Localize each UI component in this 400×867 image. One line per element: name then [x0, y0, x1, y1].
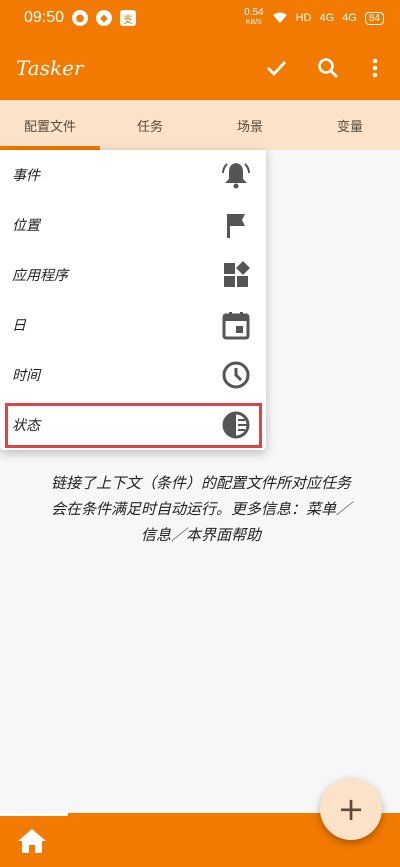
menu-item-location[interactable]: 位置	[0, 200, 266, 250]
net-speed: 0.54 KB/S	[244, 8, 263, 28]
context-type-menu: 事件 位置 应用程序 日 时间 状态	[0, 150, 266, 450]
tab-scenes[interactable]: 场景	[200, 100, 300, 150]
menu-item-day[interactable]: 日	[0, 300, 266, 350]
menu-item-label: 事件	[12, 168, 40, 184]
hd-label: HD	[295, 12, 312, 24]
notification-shield-icon: ◆	[96, 10, 112, 26]
menu-item-label: 状态	[12, 418, 40, 434]
hint-line-3: 信息／本界面帮助	[140, 526, 261, 544]
net-speed-unit: KB/S	[245, 19, 262, 26]
home-icon[interactable]	[16, 827, 48, 855]
status-time: 09:50	[24, 9, 65, 26]
menu-item-event[interactable]: 事件	[0, 150, 266, 200]
menu-item-label: 位置	[12, 218, 40, 234]
menu-item-state[interactable]: 状态	[0, 400, 266, 450]
signal-1: 4G	[319, 12, 335, 24]
menu-item-label: 时间	[12, 368, 40, 384]
signal-2: 4G	[342, 12, 357, 24]
battery-level: 84	[364, 11, 384, 25]
search-icon[interactable]	[310, 50, 346, 86]
app-title: Tasker	[16, 56, 84, 80]
net-speed-value: 0.54	[244, 7, 264, 18]
bottom-indicator	[0, 813, 68, 816]
tab-profiles[interactable]: 配置文件	[0, 100, 100, 150]
more-vert-icon[interactable]	[357, 50, 393, 86]
check-icon[interactable]	[258, 50, 294, 86]
status-right: 0.54 KB/S HD 4G 4G 84	[244, 8, 384, 28]
contrast-icon	[220, 409, 252, 441]
app-bar: Tasker	[0, 36, 400, 100]
menu-item-label: 应用程序	[12, 268, 68, 284]
wifi-icon	[272, 12, 287, 23]
bell-icon	[220, 159, 252, 191]
menu-item-label: 日	[12, 318, 26, 334]
tab-bar: 配置文件 任务 场景 变量	[0, 100, 400, 150]
notification-alipay-icon: 支	[120, 10, 136, 26]
calendar-icon	[220, 309, 252, 341]
tab-tasks[interactable]: 任务	[100, 100, 200, 150]
menu-item-time[interactable]: 时间	[0, 350, 266, 400]
hint-line-2: 会在条件满足时自动运行。更多信息：菜单／	[50, 500, 351, 518]
notification-icons: ● ◆ 支	[72, 10, 136, 26]
flag-icon	[220, 209, 252, 241]
notification-app-icon: ●	[72, 10, 88, 26]
status-bar: 09:50 ● ◆ 支 0.54 KB/S HD 4G 4G 84	[0, 0, 400, 36]
clock-icon	[220, 359, 252, 391]
tab-variables[interactable]: 变量	[300, 100, 400, 150]
menu-item-application[interactable]: 应用程序	[0, 250, 266, 300]
hint-line-1: 链接了上下文（条件）的配置文件所对应任务	[50, 474, 351, 492]
help-hint-text: 链接了上下文（条件）的配置文件所对应任务 会在条件满足时自动运行。更多信息：菜单…	[6, 470, 396, 548]
add-button[interactable]: +	[320, 778, 382, 840]
apps-icon	[220, 259, 252, 291]
